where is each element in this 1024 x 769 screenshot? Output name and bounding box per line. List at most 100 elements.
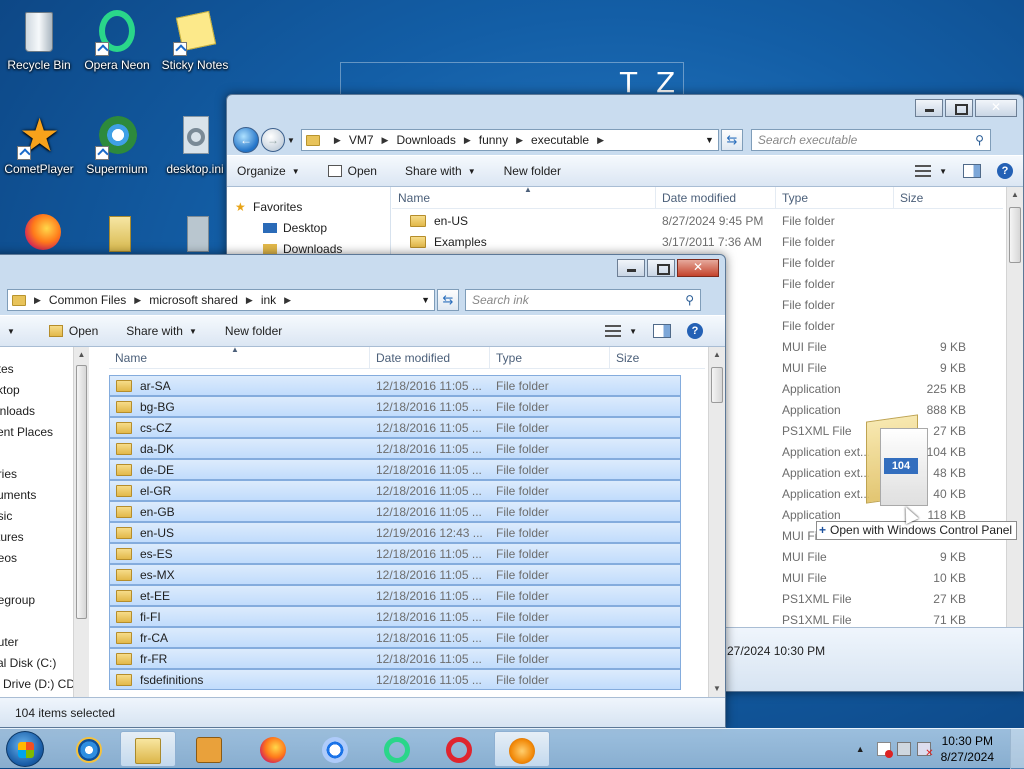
preview-pane-icon[interactable] (963, 164, 981, 178)
desktop-icon-desktop-ini[interactable]: desktop.ini (157, 112, 233, 176)
column-date[interactable]: Date modified (656, 187, 776, 208)
vertical-scrollbar[interactable]: ▲ ▼ (1006, 187, 1023, 661)
table-row[interactable]: fr-CA 12/18/2016 11:05 ... File folder (109, 627, 681, 648)
share-with-button[interactable]: Share with ▼ (405, 164, 476, 178)
column-date[interactable]: Date modified (370, 347, 490, 368)
start-button[interactable] (6, 731, 44, 767)
recent-pages-chevron-icon[interactable]: ▼ (287, 136, 295, 145)
taskbar-vlc[interactable] (494, 731, 550, 767)
table-row[interactable]: da-DK 12/18/2016 11:05 ... File folder (109, 438, 681, 459)
table-row[interactable]: et-EE 12/18/2016 11:05 ... File folder (109, 585, 681, 606)
search-icon[interactable]: ⚲ (975, 133, 984, 147)
column-name[interactable]: Name ▲ (392, 185, 656, 208)
organize-button[interactable]: Organize ▼ (237, 164, 300, 178)
chevron-right-icon[interactable]: ▶ (34, 295, 41, 306)
table-row[interactable]: en-US 12/19/2016 12:43 ... File folder (109, 522, 681, 543)
chevron-right-icon[interactable]: ▶ (134, 295, 141, 306)
table-row[interactable]: es-ES 12/18/2016 11:05 ... File folder (109, 543, 681, 564)
chevron-down-icon[interactable]: ▼ (629, 327, 637, 336)
address-bar[interactable]: ▶ VM7 ▶ Downloads ▶ funny ▶ executable ▶… (300, 129, 719, 151)
minimize-button[interactable] (617, 259, 645, 277)
preview-pane-icon[interactable] (653, 324, 671, 338)
chevron-right-icon[interactable]: ▶ (516, 135, 523, 146)
search-icon[interactable]: ⚲ (685, 293, 694, 307)
breadcrumb-item[interactable]: ink (261, 293, 276, 307)
table-row[interactable]: en-US 8/27/2024 9:45 PM File folder (392, 210, 1003, 231)
desktop-icon-recycle-bin[interactable]: Recycle Bin (1, 8, 77, 72)
nav-item[interactable]: ★ Favorites (227, 197, 390, 218)
chevron-down-icon[interactable]: ▼ (7, 327, 15, 336)
chevron-down-icon[interactable]: ▼ (705, 135, 714, 145)
table-row[interactable]: cs-CZ 12/18/2016 11:05 ... File folder (109, 417, 681, 438)
table-row[interactable]: es-MX 12/18/2016 11:05 ... File folder (109, 564, 681, 585)
title-bar[interactable] (0, 255, 725, 285)
help-icon[interactable]: ? (997, 163, 1013, 179)
taskbar-media-player[interactable] (182, 731, 238, 767)
breadcrumb-item[interactable]: Downloads (396, 133, 455, 147)
column-type[interactable]: Type (776, 187, 894, 208)
chevron-down-icon[interactable]: ▼ (939, 167, 947, 176)
chevron-right-icon[interactable]: ▶ (464, 135, 471, 146)
table-row[interactable]: bg-BG 12/18/2016 11:05 ... File folder (109, 396, 681, 417)
address-bar[interactable]: ▶ Common Files ▶ microsoft shared ▶ ink … (7, 289, 435, 311)
breadcrumb-item[interactable]: microsoft shared (149, 293, 238, 307)
file-list[interactable]: Name ▲ Date modified Type Size ar-SA 12/18… (109, 345, 705, 697)
network-icon[interactable] (896, 742, 911, 756)
table-row[interactable]: Examples 3/17/2011 7:36 AM File folder (392, 231, 1003, 252)
open-button[interactable]: Open (327, 164, 377, 178)
taskbar-file-explorer[interactable] (120, 731, 176, 767)
nav-item[interactable]: Desktop (227, 218, 390, 239)
breadcrumb-item[interactable]: executable (531, 133, 589, 147)
change-view-icon[interactable] (915, 165, 932, 177)
column-size[interactable]: Size (894, 187, 966, 208)
explorer-window-ink[interactable]: ▶ Common Files ▶ microsoft shared ▶ ink … (0, 254, 726, 728)
share-with-button[interactable]: Share with ▼ (126, 324, 197, 338)
help-icon[interactable]: ? (687, 323, 703, 339)
breadcrumb-item[interactable]: funny (479, 133, 508, 147)
column-size[interactable]: Size (610, 347, 700, 368)
chevron-down-icon[interactable]: ▼ (421, 295, 430, 305)
taskbar-chromium[interactable] (308, 731, 364, 767)
close-button[interactable] (975, 99, 1017, 117)
back-button[interactable]: ← (233, 127, 259, 153)
taskbar-opera-neon[interactable] (370, 731, 426, 767)
search-input[interactable]: Search ink ⚲ (465, 289, 701, 311)
column-name[interactable]: Name ▲ (109, 345, 370, 368)
breadcrumb-item[interactable]: Common Files (49, 293, 126, 307)
close-button[interactable] (677, 259, 719, 277)
column-type[interactable]: Type (490, 347, 610, 368)
new-folder-button[interactable]: New folder (504, 164, 561, 178)
desktop-icon-supermium[interactable]: Supermium (79, 112, 155, 176)
breadcrumb-item[interactable]: VM7 (349, 133, 374, 147)
table-row[interactable]: el-GR 12/18/2016 11:05 ... File folder (109, 480, 681, 501)
nav-scrollbar[interactable]: ▲ (73, 347, 89, 697)
action-center-icon[interactable] (876, 742, 893, 758)
chevron-right-icon[interactable]: ▶ (597, 135, 604, 146)
table-row[interactable]: fsdefinitions 12/18/2016 11:05 ... File fo… (109, 669, 681, 690)
change-view-icon[interactable] (605, 325, 622, 337)
chevron-right-icon[interactable]: ▶ (284, 295, 291, 306)
maximize-button[interactable] (945, 99, 973, 117)
show-hidden-icons-icon[interactable]: ▲ (856, 744, 865, 754)
maximize-button[interactable] (647, 259, 675, 277)
minimize-button[interactable] (915, 99, 943, 117)
forward-button[interactable]: → (261, 128, 285, 152)
taskbar-internet-explorer[interactable] (62, 731, 118, 767)
clock[interactable]: 10:30 PM 8/27/2024 (941, 733, 994, 765)
title-bar[interactable] (227, 95, 1023, 125)
table-row[interactable]: fi-FI 12/18/2016 11:05 ... File folder (109, 606, 681, 627)
chevron-right-icon[interactable]: ▶ (246, 295, 253, 306)
desktop-icon-cometplayer[interactable]: ★ CometPlayer (1, 110, 77, 176)
desktop-icon-sticky-notes[interactable]: Sticky Notes (157, 8, 233, 72)
new-folder-button[interactable]: New folder (225, 324, 282, 338)
taskbar-firefox[interactable] (246, 731, 302, 767)
table-row[interactable]: fr-FR 12/18/2016 11:05 ... File folder (109, 648, 681, 669)
search-input[interactable]: Search executable ⚲ (750, 129, 991, 151)
table-row[interactable]: de-DE 12/18/2016 11:05 ... File folder (109, 459, 681, 480)
refresh-button[interactable]: ⇆ (720, 129, 743, 151)
table-row[interactable]: ar-SA 12/18/2016 11:05 ... File folder (109, 375, 681, 396)
volume-muted-icon[interactable]: ✕ (916, 742, 934, 759)
chevron-right-icon[interactable]: ▶ (382, 135, 389, 146)
vertical-scrollbar[interactable]: ▲ ▼ (708, 347, 725, 697)
open-button[interactable]: Open (48, 324, 98, 338)
